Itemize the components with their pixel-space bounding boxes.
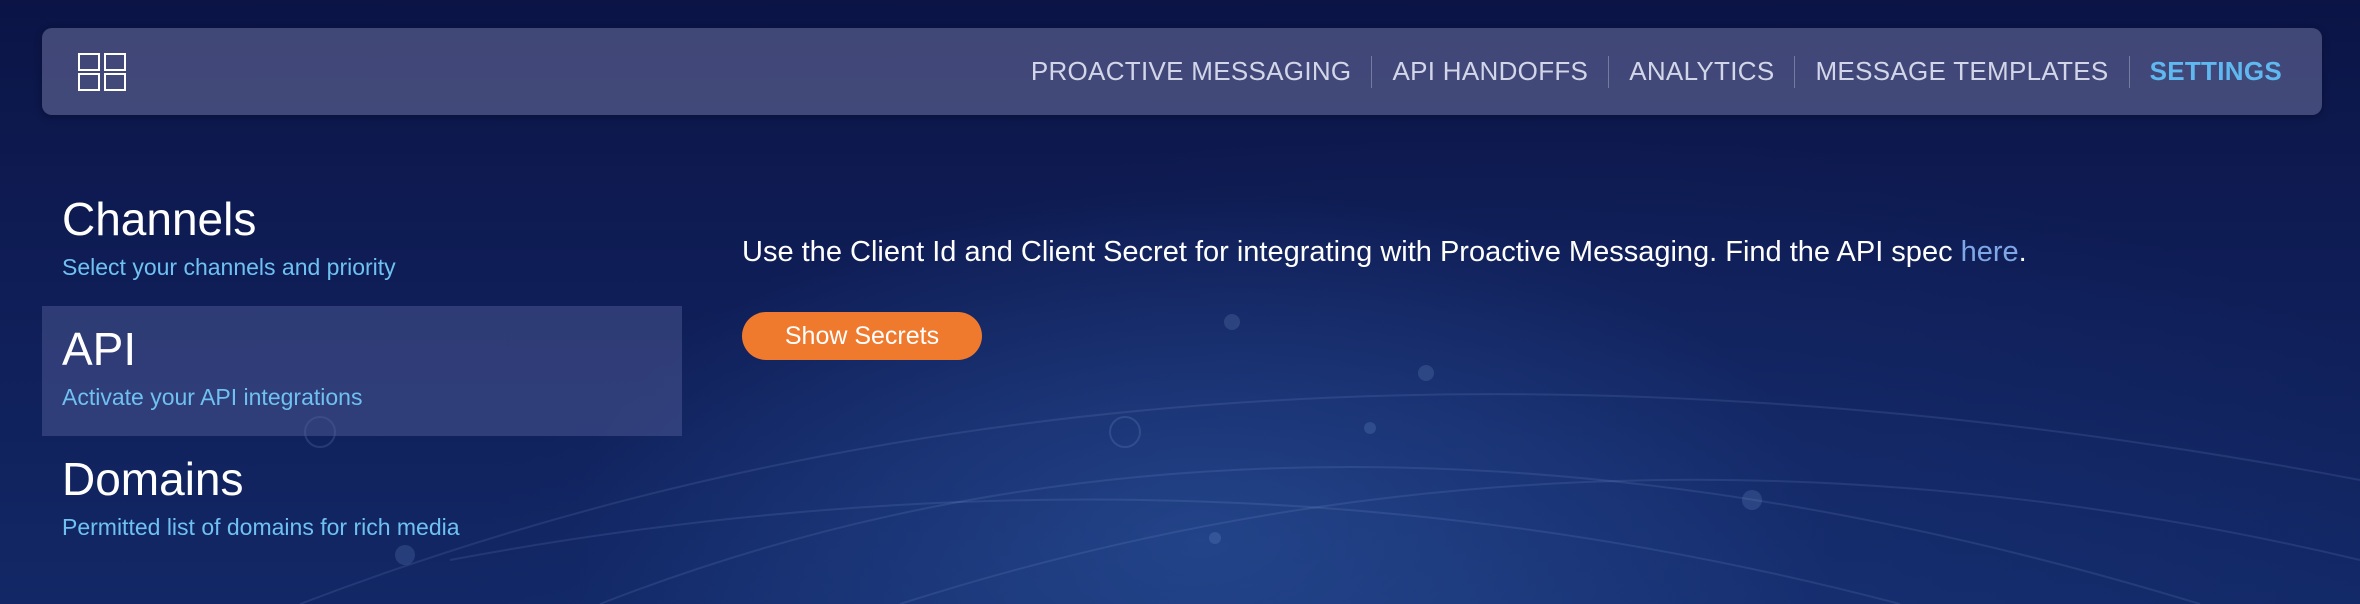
- menu-item-title: Domains: [62, 453, 244, 505]
- show-secrets-button[interactable]: Show Secrets: [742, 312, 982, 360]
- menu-item-subtitle: Activate your API integrations: [62, 384, 363, 410]
- menu-item-api[interactable]: API Activate your API integrations: [42, 306, 682, 436]
- api-spec-link[interactable]: here: [1961, 236, 2019, 268]
- api-description-text: Use the Client Id and Client Secret for …: [742, 236, 1961, 268]
- grid-layout-icon[interactable]: [78, 53, 126, 91]
- nav-proactive-messaging[interactable]: PROACTIVE MESSAGING: [1011, 56, 1372, 87]
- menu-item-subtitle: Permitted list of domains for rich media: [62, 514, 460, 540]
- api-settings-panel: Use the Client Id and Client Secret for …: [742, 234, 2302, 360]
- api-description-end: .: [2018, 236, 2027, 268]
- menu-item-subtitle: Select your channels and priority: [62, 254, 396, 280]
- settings-side-menu: Channels Select your channels and priori…: [42, 176, 682, 566]
- menu-item-channels[interactable]: Channels Select your channels and priori…: [42, 176, 682, 306]
- nav-analytics[interactable]: ANALYTICS: [1609, 56, 1794, 87]
- menu-item-domains[interactable]: Domains Permitted list of domains for ri…: [42, 436, 682, 566]
- main-nav: PROACTIVE MESSAGING API HANDOFFS ANALYTI…: [1011, 28, 2302, 115]
- nav-settings[interactable]: SETTINGS: [2130, 56, 2302, 87]
- api-description: Use the Client Id and Client Secret for …: [742, 234, 2302, 270]
- menu-item-title: Channels: [62, 193, 257, 245]
- top-navigation-bar: PROACTIVE MESSAGING API HANDOFFS ANALYTI…: [42, 28, 2322, 115]
- menu-item-title: API: [62, 323, 137, 375]
- nav-message-templates[interactable]: MESSAGE TEMPLATES: [1795, 56, 2128, 87]
- nav-api-handoffs[interactable]: API HANDOFFS: [1372, 56, 1608, 87]
